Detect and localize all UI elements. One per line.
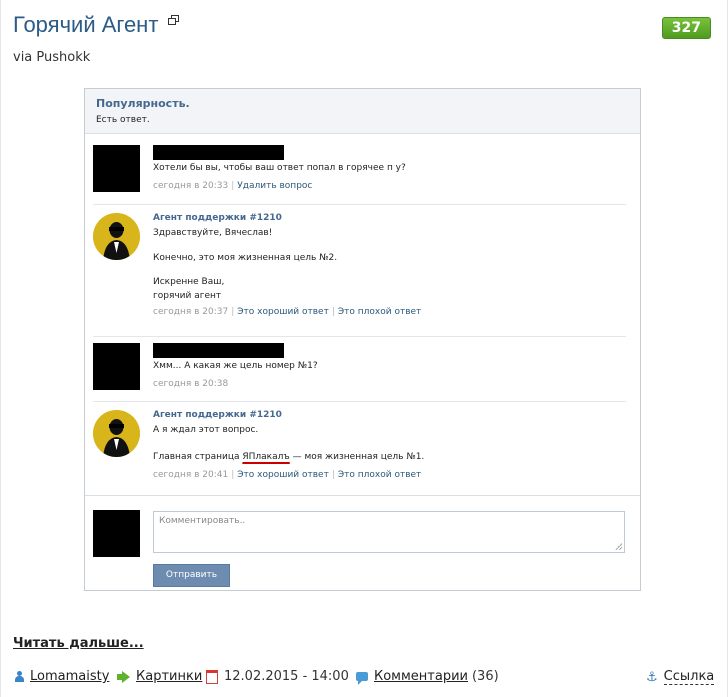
message-line: Искренне Ваш, [153,277,225,287]
date-item: 12.02.2015 - 14:00 [206,669,349,684]
ticket-title: Популярность. [96,97,190,110]
category-link[interactable]: Картинки [136,669,202,684]
redacted-username [153,145,284,160]
comment-input[interactable]: Комментировать.. [153,511,625,553]
message-line: А я ждал этот вопрос. [153,425,259,435]
user-icon [15,671,24,682]
open-in-new-window-icon[interactable] [167,15,179,25]
message-line-part: Главная страница [153,452,243,462]
ticket-header: Популярность. Есть ответ. [85,89,640,134]
post-title-text[interactable]: Горячий Агент [13,12,158,37]
calendar-icon [206,669,218,684]
ticket-subtitle: Есть ответ. [96,115,150,125]
bad-answer-link[interactable]: Это плохой ответ [338,307,421,317]
author-item: Lomamaisty [15,669,109,684]
divider [85,495,640,496]
comment-placeholder: Комментировать.. [159,516,246,526]
delete-question-link[interactable]: Удалить вопрос [237,181,312,191]
current-user-avatar [93,510,140,557]
message-meta: сегодня в 20:38 [153,379,623,389]
message-meta: сегодня в 20:37 | Это хороший ответ | Это пл… [153,307,422,317]
support-screenshot: Популярность. Есть ответ. Хотели бы вы, … [84,88,641,591]
message-time: сегодня в 20:33 [153,181,229,191]
message-meta: сегодня в 20:33 | Удалить вопрос [153,181,313,191]
post-date: 12.02.2015 - 14:00 [224,669,349,684]
message-text: Хмм... А какая же цель номер №1? [153,361,318,371]
good-answer-link[interactable]: Это хороший ответ [237,470,329,480]
arrow-right-icon [117,670,130,683]
comment-bubble-icon [356,672,368,685]
avatar-redacted [93,343,140,390]
message-time: сегодня в 20:41 [153,470,229,480]
good-answer-link[interactable]: Это хороший ответ [237,307,329,317]
agent-name[interactable]: Агент поддержки #1210 [153,213,623,225]
bad-answer-link[interactable]: Это плохой ответ [338,470,421,480]
message-line: Конечно, это моя жизненная цель №2. [153,253,338,263]
rating-badge: 327 [661,17,711,39]
divider [93,336,626,337]
comments-count: (36) [471,669,499,684]
resize-handle-icon[interactable] [615,543,622,550]
avatar-redacted [93,145,140,192]
message-time: сегодня в 20:37 [153,307,229,317]
message-line: горячий агент [153,291,222,301]
agent-avatar [93,213,140,260]
send-button[interactable]: Отправить [153,564,230,587]
message-time: сегодня в 20:38 [153,379,229,389]
divider [93,204,626,205]
agent-name[interactable]: Агент поддержки #1210 [153,410,623,422]
message-text: Хотели бы вы, чтобы ваш ответ попал в го… [153,163,406,173]
site-name-underlined: ЯПлакалъ [242,452,290,462]
permalink-item: ⚓ Ссылка [646,669,715,685]
agent-avatar [93,410,140,457]
comments-item: Комментарии (36) [356,669,499,685]
redacted-username [153,343,284,358]
message-text: А я ждал этот вопрос. Главная страница Я… [153,422,623,466]
category-item: Картинки [117,669,202,684]
message-meta: сегодня в 20:41 | Это хороший ответ | Это пл… [153,470,422,480]
permalink-link[interactable]: Ссылка [663,669,715,685]
anchor-icon: ⚓ [646,669,658,685]
message-line: Здравствуйте, Вячеслав! [153,228,273,238]
message-text: Здравствуйте, Вячеслав! Конечно, это моя… [153,225,623,303]
divider [93,401,626,402]
post-title[interactable]: Горячий Агент [13,12,179,38]
author-link[interactable]: Lomamaisty [30,669,109,684]
read-more-link[interactable]: Читать дальше... [13,636,144,651]
comments-link[interactable]: Комментарии [374,669,468,684]
message-line: Главная страница ЯПлакалъ — моя жизненна… [153,449,623,466]
post-footer: Lomamaisty Картинки 12.02.2015 - 14:00 К… [13,669,715,689]
message-line-part: — моя жизненная цель №1. [289,452,425,462]
post-source: via Pushokk [13,50,91,65]
